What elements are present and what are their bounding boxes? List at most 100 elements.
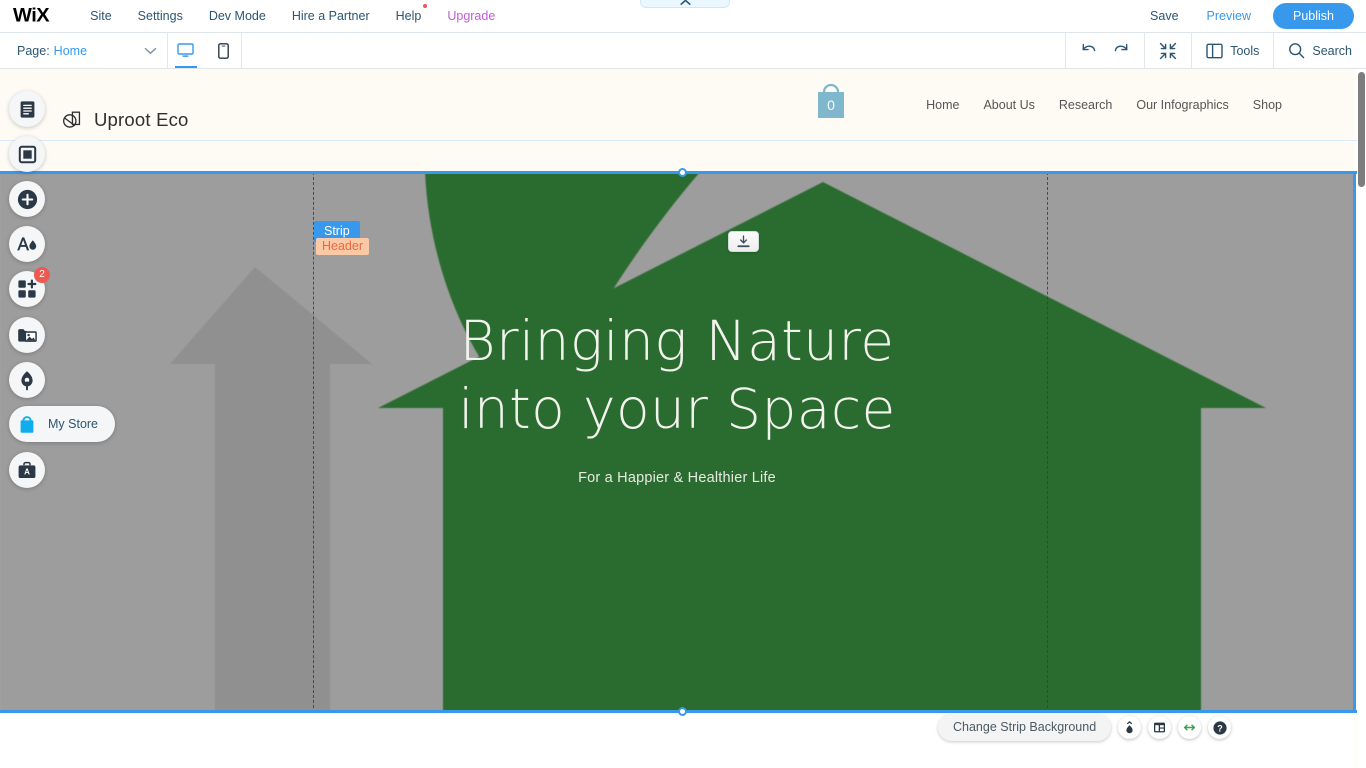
save-button[interactable]: Save [1136, 9, 1193, 23]
chevron-up-icon [679, 0, 691, 5]
zoom-out-mode-button[interactable] [1159, 42, 1177, 60]
canvas-vertical-scrollbar[interactable] [1357, 69, 1366, 768]
strip-resize-handle-top[interactable] [678, 168, 687, 177]
chevron-down-icon [144, 44, 157, 58]
editor-main-menu: Site Settings Dev Mode Hire a Partner He… [77, 4, 508, 23]
header-label-tag[interactable]: Header [316, 238, 369, 255]
layout-columns-icon [1154, 722, 1166, 733]
sidebar-item-my-uploads[interactable] [9, 317, 45, 353]
site-logo[interactable]: Uproot Eco [61, 109, 189, 131]
shopping-bag-icon [9, 406, 45, 442]
briefcase-icon: A [18, 461, 36, 478]
svg-text:A: A [24, 467, 30, 476]
site-logo-text: Uproot Eco [94, 109, 189, 130]
page-selector[interactable]: Page: Home [0, 33, 168, 68]
layout-guide-left [313, 172, 314, 713]
preview-button[interactable]: Preview [1193, 9, 1265, 23]
menu-item-site[interactable]: Site [77, 9, 125, 23]
collapse-top-bar-tab[interactable] [640, 0, 730, 8]
history-group [1065, 33, 1144, 68]
menu-item-dev-mode[interactable]: Dev Mode [196, 9, 279, 23]
square-icon [18, 145, 36, 163]
pen-nib-icon [21, 370, 33, 390]
redo-button[interactable] [1112, 43, 1130, 58]
hero-title-line-2: into your Space [458, 377, 896, 442]
cart-count: 0 [827, 97, 835, 113]
site-nav-item-research[interactable]: Research [1047, 98, 1125, 112]
stretch-arrows-icon [1184, 724, 1196, 731]
layout-guide-right [1047, 172, 1048, 713]
apps-grid-plus-icon [18, 279, 37, 298]
publish-button[interactable]: Publish [1273, 3, 1354, 29]
pages-icon [20, 100, 34, 118]
menu-item-hire-a-partner[interactable]: Hire a Partner [279, 9, 383, 23]
add-section-button-top[interactable] [728, 231, 759, 252]
desktop-view-button[interactable] [173, 33, 199, 68]
sidebar-item-add-apps[interactable]: 2 [9, 267, 50, 307]
strip-layout-button[interactable] [1148, 716, 1172, 739]
uproot-eco-logo-icon [63, 111, 81, 128]
page-selector-value: Home [53, 43, 88, 58]
scrollbar-thumb[interactable] [1358, 72, 1365, 187]
editor-second-bar: Page: Home Tools Search [0, 33, 1366, 69]
media-folder-icon [17, 328, 37, 342]
search-group: Search [1273, 33, 1366, 68]
hero-text-block[interactable]: Bringing Nature into your Space For a Ha… [0, 172, 1354, 713]
redo-icon [1114, 43, 1128, 52]
strip-animation-button[interactable] [1118, 716, 1142, 739]
menu-item-upgrade[interactable]: Upgrade [434, 9, 508, 23]
wix-logo[interactable]: WiX [13, 5, 50, 27]
second-bar-spacer [242, 33, 1065, 68]
sidebar-item-business-tools[interactable]: A [9, 452, 45, 488]
mobile-icon [218, 42, 229, 59]
strip-selection-border-right [1353, 171, 1356, 713]
my-store-label: My Store [48, 417, 99, 431]
strip-stretch-button[interactable] [1178, 716, 1202, 739]
strip-resize-handle-bottom[interactable] [678, 707, 687, 716]
tools-group: Tools [1191, 33, 1273, 68]
sidebar-item-menus-and-pages[interactable] [9, 91, 45, 127]
strip-help-button[interactable]: ? [1208, 716, 1232, 739]
menu-item-help[interactable]: Help [383, 4, 435, 23]
plus-circle-icon [17, 189, 37, 209]
editor-top-bar: WiX Site Settings Dev Mode Hire a Partne… [0, 0, 1366, 33]
site-nav-item-home[interactable]: Home [914, 98, 971, 112]
wix-editor-window: WiX Site Settings Dev Mode Hire a Partne… [0, 0, 1366, 768]
question-mark-icon: ? [1213, 720, 1227, 735]
editor-canvas: Uproot Eco 0 Home About Us Research Our … [0, 69, 1366, 768]
sidebar-item-blog[interactable] [9, 362, 45, 398]
hero-title: Bringing Nature into your Space [458, 307, 896, 443]
tools-button[interactable]: Tools [1206, 43, 1259, 59]
change-strip-background-button[interactable]: Change Strip Background [938, 714, 1112, 741]
collapse-arrows-icon [1160, 42, 1177, 59]
site-navigation: Home About Us Research Our Infographics … [914, 98, 1294, 112]
zoom-group [1144, 33, 1191, 68]
site-header-section[interactable]: Uproot Eco 0 Home About Us Research Our … [0, 69, 1354, 171]
page-selector-label: Page: [17, 43, 50, 58]
sidebar-item-add-elements[interactable] [9, 181, 45, 217]
mobile-view-button[interactable] [211, 33, 237, 68]
hero-strip-section[interactable]: Bringing Nature into your Space For a Ha… [0, 172, 1354, 713]
site-nav-item-our-infographics[interactable]: Our Infographics [1124, 98, 1240, 112]
site-nav-item-shop[interactable]: Shop [1241, 98, 1294, 112]
tools-label: Tools [1230, 43, 1260, 58]
hero-subtitle: For a Happier & Healthier Life [578, 470, 776, 487]
text-and-color-icon [17, 237, 37, 251]
add-apps-badge: 2 [34, 267, 50, 283]
menu-item-help-label: Help [395, 9, 422, 23]
page-bottom-divider [0, 140, 1366, 141]
sidebar-item-my-store[interactable]: My Store [9, 406, 116, 442]
undo-button[interactable] [1080, 43, 1098, 58]
device-switcher [168, 33, 242, 68]
sidebar-item-background[interactable] [9, 136, 45, 172]
add-section-icon [737, 234, 750, 247]
cart-widget[interactable]: 0 [813, 82, 849, 120]
search-icon [1289, 43, 1305, 59]
search-button[interactable]: Search [1288, 42, 1352, 59]
sidebar-item-design-theme[interactable] [9, 226, 45, 262]
desktop-icon [177, 43, 194, 57]
menu-item-settings[interactable]: Settings [125, 9, 196, 23]
help-notification-dot [423, 4, 428, 8]
strip-floating-toolbar: Change Strip Background ? [938, 714, 1232, 741]
site-nav-item-about-us[interactable]: About Us [971, 98, 1046, 112]
